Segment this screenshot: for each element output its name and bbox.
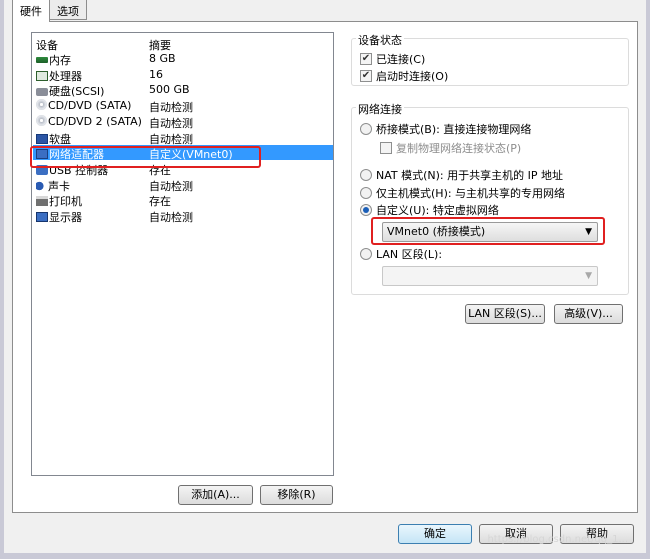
device-name-label: 打印机 (49, 195, 82, 209)
cd-dvd-icon (36, 114, 47, 126)
host-only-label: 仅主机模式(H): 与主机共享的专用网络 (376, 187, 566, 200)
device-row[interactable]: 软盘 自动检测 (33, 130, 333, 147)
device-name: 声卡 (36, 178, 70, 194)
connected-checkbox[interactable]: ✔ 已连接(C) (360, 51, 425, 67)
dialog-window: 硬件 选项 设备 摘要 内存 8 GB 处理器 16 硬盘(SCSI) 500 GB CD/… (0, 0, 650, 559)
sound-card-icon (36, 180, 47, 191)
tab-options[interactable]: 选项 (49, 0, 87, 20)
device-name: 内存 (36, 52, 71, 68)
replicate-state-checkbox[interactable]: 复制物理网络连接状态(P) (380, 140, 521, 156)
device-name: CD/DVD 2 (SATA) (36, 114, 142, 128)
device-summary: 自动检测 (149, 179, 193, 193)
cd-dvd-icon (36, 99, 47, 111)
printer-icon (36, 196, 48, 207)
device-summary: 自动检测 (149, 116, 193, 130)
device-list: 设备 摘要 内存 8 GB 处理器 16 硬盘(SCSI) 500 GB CD/DVD (S… (31, 32, 334, 476)
device-summary: 存在 (149, 195, 171, 209)
bridged-label: 桥接模式(B): 直接连接物理网络 (376, 123, 532, 136)
connect-at-power-on-checkbox[interactable]: ✔ 启动时连接(O) (360, 68, 448, 84)
device-name-label: CD/DVD (SATA) (48, 99, 132, 113)
device-name: 打印机 (36, 193, 82, 209)
device-row[interactable]: 声卡 自动检测 (33, 177, 333, 194)
hard-disk-icon (36, 88, 48, 97)
device-name-label: 声卡 (48, 179, 70, 193)
device-summary: 500 GB (149, 83, 190, 97)
device-status-group: 设备状态 ✔ 已连接(C) ✔ 启动时连接(O) (351, 32, 629, 86)
device-row[interactable]: CD/DVD (SATA) 自动检测 (33, 98, 333, 115)
checkbox-icon (380, 142, 392, 154)
device-row[interactable]: 打印机 存在 (33, 192, 333, 209)
host-only-radio[interactable]: 仅主机模式(H): 与主机共享的专用网络 (360, 185, 565, 201)
monitor-icon (36, 212, 48, 222)
lan-segment-radio[interactable]: LAN 区段(L): (360, 246, 442, 262)
advanced-button[interactable]: 高级(V)... (554, 304, 623, 324)
device-name: 软盘 (36, 131, 71, 147)
device-name: CD/DVD (SATA) (36, 99, 131, 112)
connected-label: 已连接(C) (376, 53, 426, 66)
device-summary: 16 (149, 67, 163, 81)
nat-radio[interactable]: NAT 模式(N): 用于共享主机的 IP 地址 (360, 167, 563, 183)
connect-at-power-on-label: 启动时连接(O) (376, 70, 449, 83)
ok-button[interactable]: 确定 (398, 524, 472, 544)
radio-icon (360, 187, 372, 199)
custom-radio[interactable]: 自定义(U): 特定虚拟网络 (360, 202, 499, 218)
replicate-state-label: 复制物理网络连接状态(P) (396, 142, 522, 155)
dropdown-arrow-icon: ▼ (585, 271, 592, 281)
radio-icon (360, 248, 372, 260)
memory-icon (36, 57, 48, 63)
device-row[interactable]: 硬盘(SCSI) 500 GB (33, 82, 333, 99)
device-name-label: 硬盘(SCSI) (49, 85, 105, 99)
floppy-icon (36, 133, 48, 144)
check-icon: ✔ (360, 53, 372, 65)
cpu-icon (36, 70, 48, 81)
radio-icon (360, 123, 372, 135)
add-button[interactable]: 添加(A)... (178, 485, 253, 505)
device-name-label: 显示器 (49, 211, 82, 224)
device-summary: 自动检测 (149, 132, 193, 146)
device-row[interactable]: 显示器 自动检测 (33, 208, 333, 225)
tab-hardware[interactable]: 硬件 (12, 0, 50, 22)
custom-label: 自定义(U): 特定虚拟网络 (376, 204, 499, 217)
device-status-title: 设备状态 (356, 32, 404, 48)
device-name: 处理器 (36, 68, 82, 84)
hardware-panel: 设备 摘要 内存 8 GB 处理器 16 硬盘(SCSI) 500 GB CD/DVD (S… (12, 21, 638, 513)
device-list-header: 设备 摘要 (33, 36, 333, 52)
device-row[interactable]: 处理器 16 (33, 67, 333, 84)
device-row[interactable]: 内存 8 GB (33, 51, 333, 68)
network-connection-group: 网络连接 桥接模式(B): 直接连接物理网络 复制物理网络连接状态(P) NAT… (351, 101, 629, 295)
lan-segment-select[interactable]: ▼ (382, 266, 598, 286)
watermark-text: https://blog.csdn.net/qq_1... (487, 534, 628, 545)
lan-segments-button[interactable]: LAN 区段(S)... (465, 304, 545, 324)
device-name-label: 内存 (49, 54, 71, 67)
device-name-label: CD/DVD 2 (SATA) (48, 114, 142, 128)
device-summary: 8 GB (149, 52, 176, 65)
check-icon: ✔ (360, 70, 372, 82)
radio-icon (360, 169, 372, 181)
tab-bar: 硬件 选项 (12, 0, 87, 22)
highlight-network-adapter (30, 146, 261, 168)
device-name: 硬盘(SCSI) (36, 83, 104, 99)
device-row[interactable]: CD/DVD 2 (SATA) 自动检测 (33, 114, 333, 130)
device-summary: 自动检测 (149, 211, 193, 224)
device-name: 显示器 (36, 209, 82, 225)
nat-label: NAT 模式(N): 用于共享主机的 IP 地址 (376, 169, 563, 182)
network-connection-title: 网络连接 (356, 101, 404, 117)
radio-selected-icon (360, 204, 372, 216)
lan-segment-label: LAN 区段(L): (376, 248, 443, 261)
device-name-label: 软盘 (49, 132, 71, 146)
device-name-label: 处理器 (49, 69, 82, 83)
highlight-custom-network (371, 217, 605, 245)
device-summary: 自动检测 (149, 101, 193, 115)
remove-button[interactable]: 移除(R) (260, 485, 333, 505)
bridged-radio[interactable]: 桥接模式(B): 直接连接物理网络 (360, 121, 531, 137)
